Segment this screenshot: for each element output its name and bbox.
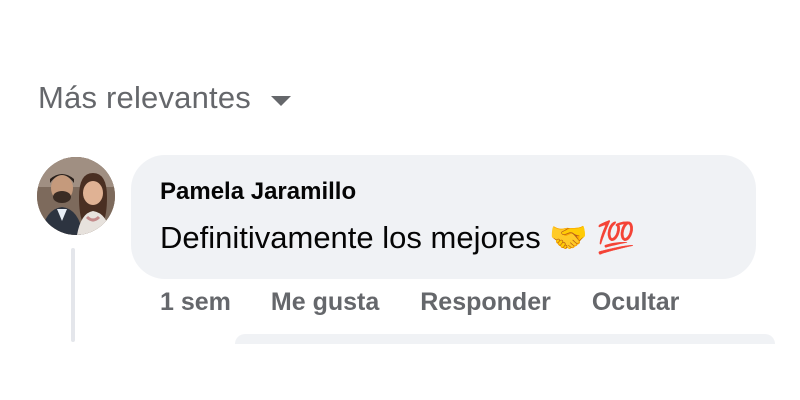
caret-down-icon (271, 96, 292, 106)
comment-text: Definitivamente los mejores 🤝 💯 (160, 220, 636, 255)
hide-button[interactable]: Ocultar (592, 288, 680, 317)
reply-button[interactable]: Responder (420, 288, 551, 317)
comment-author[interactable]: Pamela Jaramillo (160, 178, 356, 206)
next-reply-bubble (235, 334, 775, 344)
sort-label: Más relevantes (38, 80, 252, 115)
comment-actions: 1 sem Me gusta Responder Ocultar (160, 288, 679, 317)
thread-line (71, 248, 75, 342)
comment-bubble: Pamela Jaramillo Definitivamente los mej… (131, 155, 756, 279)
sort-dropdown[interactable]: Más relevantes (38, 80, 292, 116)
comment-timestamp[interactable]: 1 sem (160, 288, 231, 317)
like-button[interactable]: Me gusta (271, 288, 379, 317)
profile-photo-icon (37, 157, 115, 235)
comments-section: Más relevantes Pamela Jaramillo Definiti… (0, 0, 800, 400)
avatar[interactable] (37, 157, 115, 235)
